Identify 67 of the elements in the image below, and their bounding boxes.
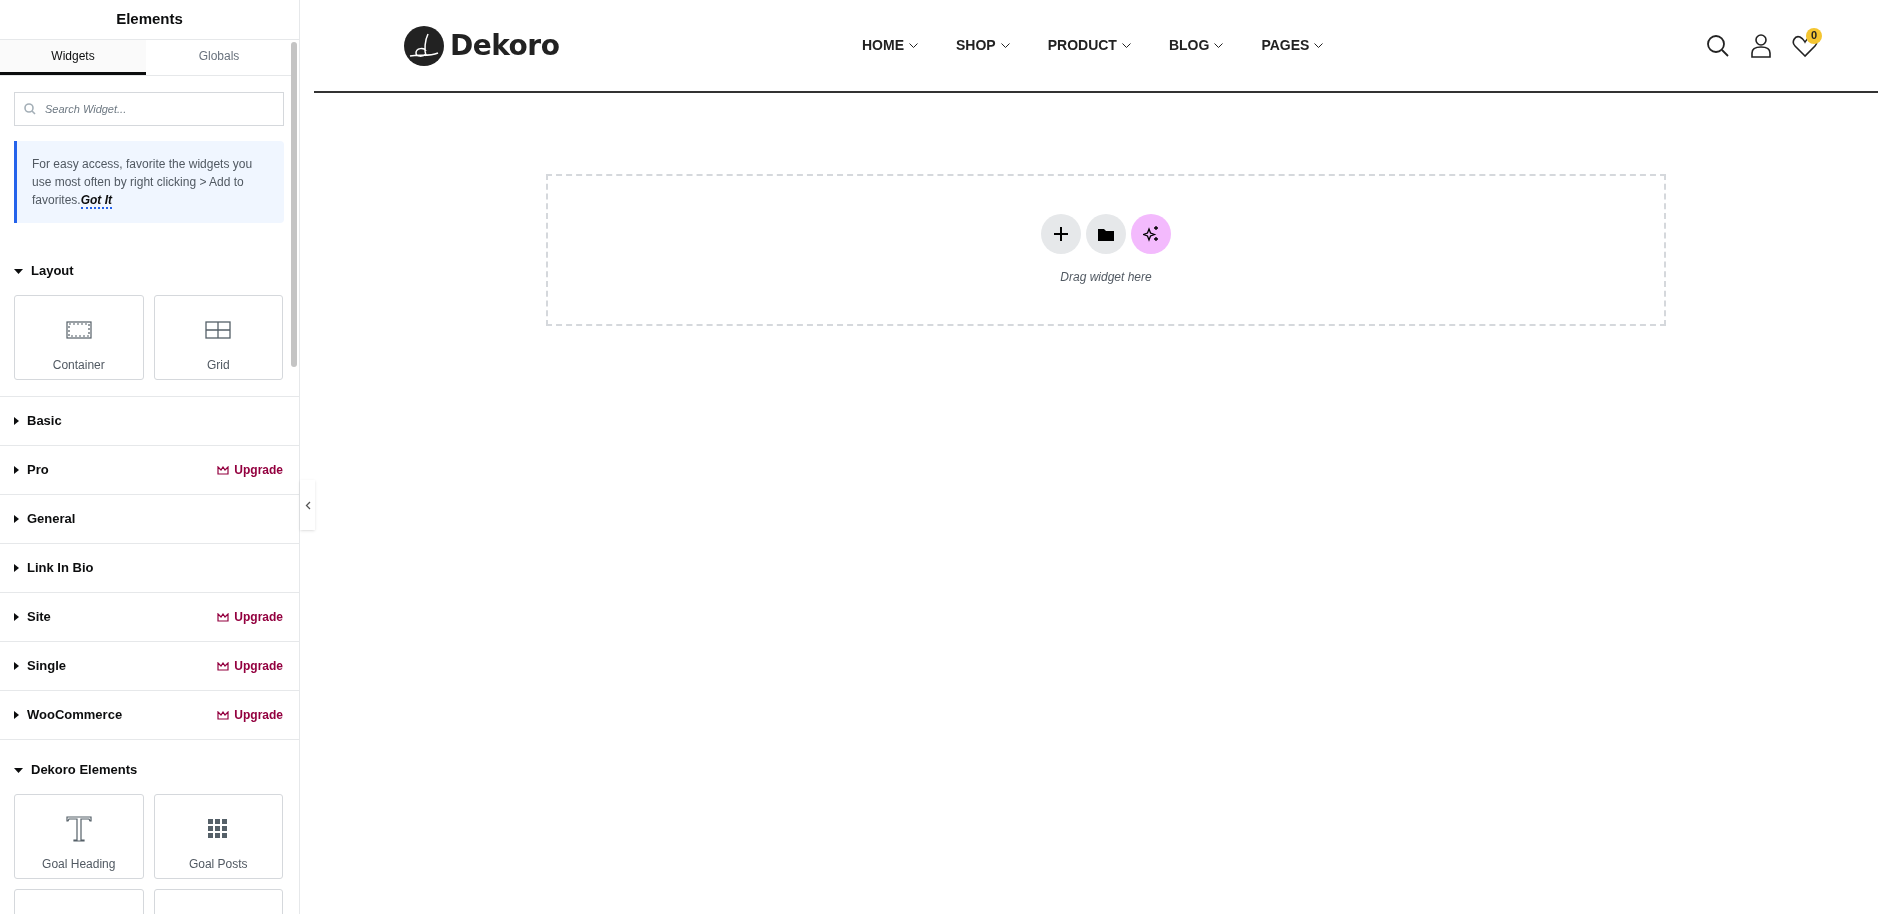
upgrade-link[interactable]: Upgrade: [234, 657, 283, 675]
grid-dots-icon: [208, 819, 229, 839]
drop-zone[interactable]: Drag widget here: [546, 174, 1666, 326]
chevron-down-icon: [1000, 43, 1010, 48]
caret-right-icon: [14, 417, 19, 425]
grid-icon: [205, 321, 232, 339]
caret-right-icon: [14, 711, 19, 719]
category-header[interactable]: Site Upgrade: [0, 593, 299, 641]
letter-t-icon: [64, 815, 93, 843]
chevron-down-icon: [909, 43, 918, 48]
widget-card[interactable]: Container: [14, 295, 144, 380]
scrollbar[interactable]: [291, 42, 297, 367]
caret-right-icon: [14, 662, 19, 670]
add-button[interactable]: [1041, 214, 1081, 254]
nav-menu-item[interactable]: BLOG: [1168, 35, 1224, 56]
sparkle-icon: [1143, 226, 1159, 242]
crown-icon: [217, 612, 230, 622]
upgrade-link[interactable]: Upgrade: [234, 706, 283, 724]
category-header[interactable]: WooCommerce Upgrade: [0, 691, 299, 739]
category-header[interactable]: Basic: [0, 397, 299, 445]
caret-down-icon: [14, 268, 23, 274]
category-header[interactable]: Link In Bio: [0, 544, 299, 592]
caret-down-icon: [14, 767, 23, 773]
upgrade-link[interactable]: Upgrade: [234, 461, 283, 479]
ai-button[interactable]: [1131, 214, 1171, 254]
nav-menu-item[interactable]: PRODUCT: [1047, 35, 1131, 56]
container-icon: [65, 321, 92, 339]
user-icon[interactable]: [1750, 33, 1772, 58]
panel-tab[interactable]: Globals: [146, 40, 292, 75]
chevron-left-icon: [304, 500, 311, 510]
category-header[interactable]: Layout: [0, 247, 299, 295]
upgrade-link[interactable]: Upgrade: [234, 608, 283, 626]
caret-right-icon: [14, 564, 19, 572]
nav-menu-item[interactable]: HOME: [862, 35, 918, 56]
caret-right-icon: [14, 466, 19, 474]
nav-menu-item[interactable]: SHOP: [956, 35, 1010, 56]
logo-text[interactable]: Dekoro: [450, 24, 560, 67]
chevron-down-icon: [1314, 43, 1324, 48]
template-button[interactable]: [1086, 214, 1126, 254]
chevron-down-icon: [1214, 43, 1224, 48]
search-icon[interactable]: [1706, 33, 1730, 58]
got-it-link[interactable]: Got It: [80, 193, 112, 209]
caret-right-icon: [14, 515, 19, 523]
search-icon: [24, 103, 36, 115]
category-header[interactable]: Single Upgrade: [0, 642, 299, 690]
crown-icon: [217, 710, 230, 720]
caret-right-icon: [14, 613, 19, 621]
search-field[interactable]: Search Widget...: [14, 92, 284, 126]
wishlist-count-badge: 0: [1806, 27, 1822, 44]
panel-tab[interactable]: Widgets: [0, 40, 146, 75]
logo-icon: [404, 25, 444, 66]
collapse-handle[interactable]: [300, 480, 315, 530]
category-header[interactable]: General: [0, 495, 299, 543]
widget-card[interactable]: Goal Heading: [14, 794, 144, 879]
category-header[interactable]: Dekoro Elements: [0, 746, 299, 794]
plus-icon: [1054, 227, 1068, 241]
tip-text: For easy access, favorite the widgets you use most often by right clicking > Add to favorites.Got It: [32, 156, 254, 209]
folder-icon: [1098, 227, 1114, 241]
heart-icon[interactable]: [1792, 33, 1818, 58]
crown-icon: [217, 465, 230, 475]
nav-menu-item[interactable]: PAGES: [1261, 35, 1324, 56]
widget-card[interactable]: Goal Posts: [153, 794, 283, 879]
widget-card[interactable]: Grid: [153, 295, 283, 380]
drop-hint: Drag widget here: [1060, 269, 1152, 286]
crown-icon: [217, 661, 230, 671]
category-header[interactable]: Pro Upgrade: [0, 446, 299, 494]
chevron-down-icon: [1121, 43, 1131, 48]
